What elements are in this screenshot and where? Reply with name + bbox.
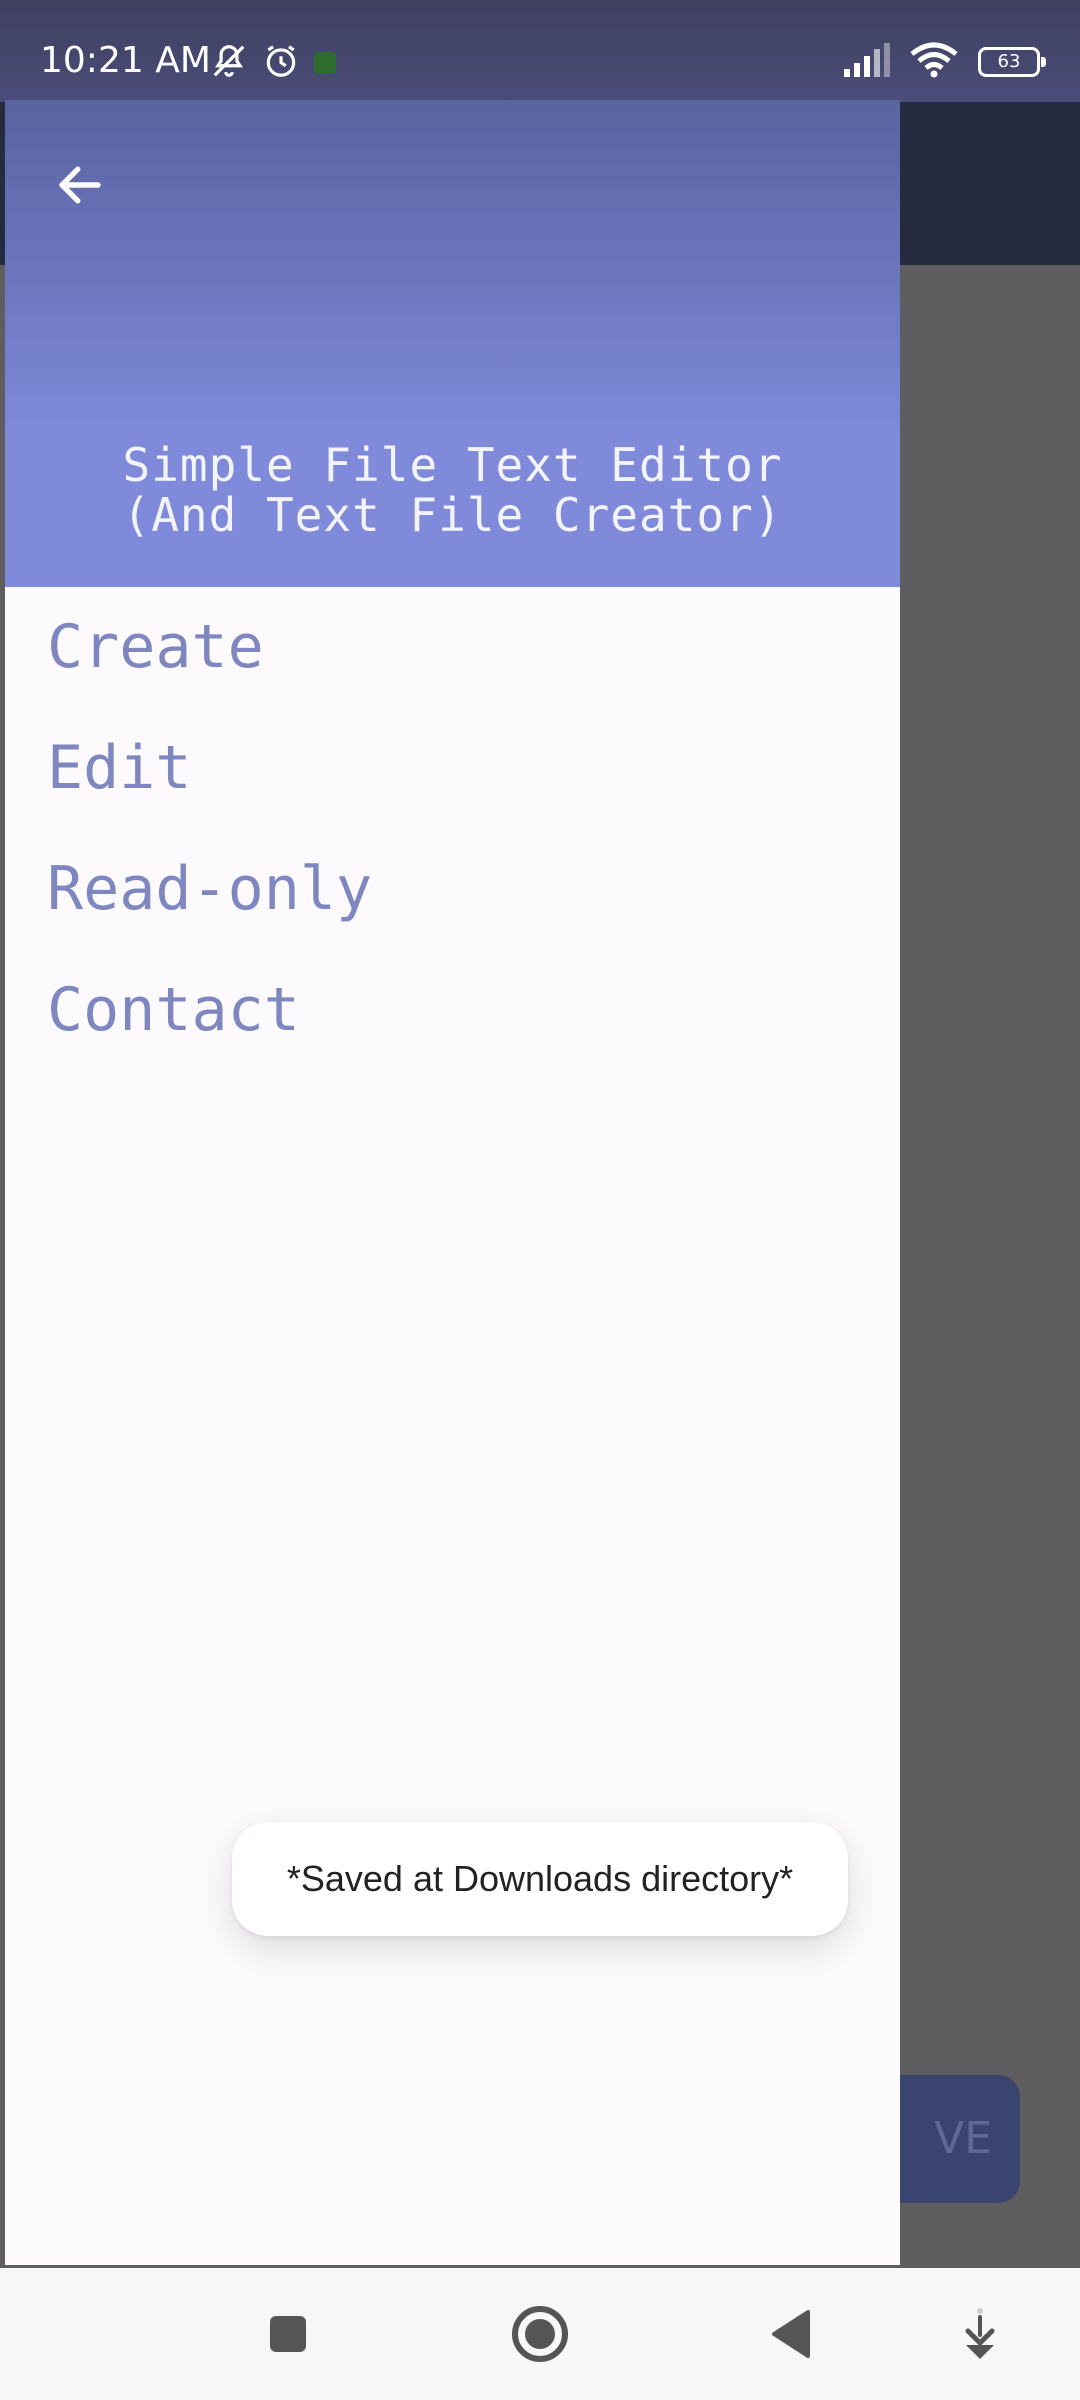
back-icon [772, 2310, 810, 2358]
wifi-icon [910, 42, 958, 82]
alarm-icon [262, 42, 300, 84]
menu-item-edit[interactable]: Edit [5, 708, 900, 829]
home-icon [512, 2306, 568, 2362]
assist-button[interactable] [940, 2294, 1020, 2374]
status-right-icons: 63 [842, 42, 1046, 82]
status-bar: 10:21 AM 63 [0, 0, 1080, 102]
menu-item-read-only[interactable]: Read-only [5, 829, 900, 950]
back-button[interactable] [43, 148, 117, 222]
system-nav-bar [0, 2268, 1080, 2400]
drawer-title-line1: Simple File Text Editor [122, 438, 783, 492]
drawer-header: Simple File Text Editor (And Text File C… [5, 100, 900, 587]
arrow-back-icon [59, 166, 101, 204]
recents-icon [270, 2316, 306, 2352]
signal-icon [842, 43, 890, 81]
recents-button[interactable] [248, 2294, 328, 2374]
notification-icon [314, 52, 336, 74]
battery-icon: 63 [978, 47, 1046, 77]
toast-message: *Saved at Downloads directory* [232, 1822, 848, 1936]
drawer-title-line2: (And Text File Creator) [122, 488, 783, 542]
menu-item-create[interactable]: Create [5, 587, 900, 708]
assist-icon [965, 2308, 995, 2359]
drawer-title: Simple File Text Editor (And Text File C… [5, 440, 900, 540]
home-button[interactable] [500, 2294, 580, 2374]
drawer-menu: Create Edit Read-only Contact [5, 587, 900, 1071]
menu-item-contact[interactable]: Contact [5, 950, 900, 1071]
navigation-drawer: Simple File Text Editor (And Text File C… [5, 100, 900, 2265]
status-time: 10:21 AM [40, 40, 211, 81]
mute-icon [210, 42, 248, 84]
back-nav-button[interactable] [750, 2294, 830, 2374]
status-left-icons [210, 42, 336, 84]
